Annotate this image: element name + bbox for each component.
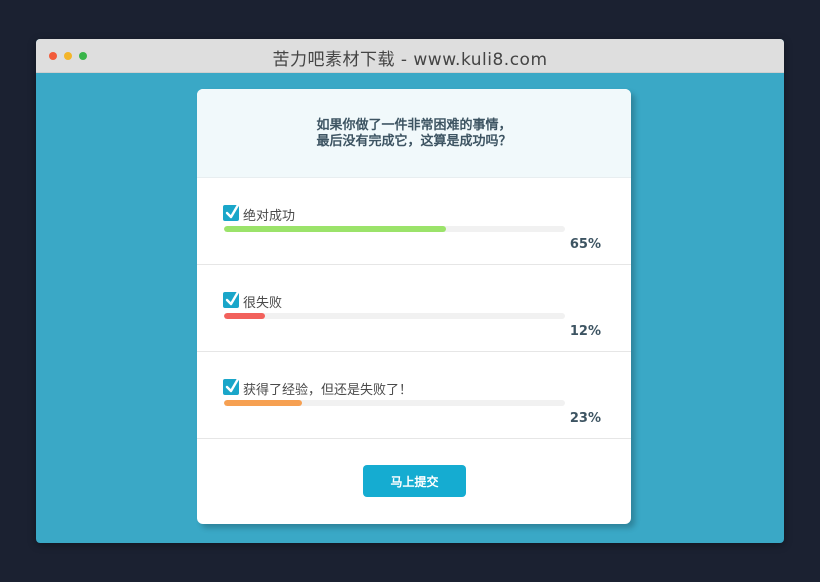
progress-track	[224, 400, 565, 406]
poll-option[interactable]: 很失败 12%	[197, 265, 631, 352]
option-percent: 23%	[569, 411, 601, 426]
poll-option[interactable]: 绝对成功 65%	[197, 178, 631, 265]
option-percent: 65%	[569, 237, 601, 252]
progress-fill	[224, 313, 265, 319]
poll-header: 如果你做了一件非常困难的事情， 最后没有完成它，这算是成功吗？	[197, 89, 631, 178]
option-percent: 12%	[569, 324, 601, 339]
browser-window: 苦力吧素材下载 - www.kuli8.com 如果你做了一件非常困难的事情， …	[36, 39, 784, 543]
option-label: 获得了经验，但还是失败了！	[243, 383, 413, 398]
progress-track	[224, 313, 565, 319]
question-line-2: 最后没有完成它，这算是成功吗？	[316, 134, 512, 149]
progress-fill	[224, 226, 446, 232]
checkbox-checked-icon[interactable]	[223, 377, 240, 395]
progress-fill	[224, 400, 303, 406]
checkbox-checked-icon[interactable]	[223, 290, 240, 308]
poll-option[interactable]: 获得了经验，但还是失败了！ 23%	[197, 352, 631, 439]
option-label: 很失败	[243, 296, 283, 311]
question-line-1: 如果你做了一件非常困难的事情，	[316, 118, 512, 133]
checkbox-checked-icon[interactable]	[223, 203, 240, 221]
progress-track	[224, 226, 565, 232]
poll-card: 如果你做了一件非常困难的事情， 最后没有完成它，这算是成功吗？ 绝对成功 65%…	[197, 89, 631, 524]
poll-question: 如果你做了一件非常困难的事情， 最后没有完成它，这算是成功吗？	[197, 118, 631, 150]
window-titlebar: 苦力吧素材下载 - www.kuli8.com	[36, 39, 784, 73]
submit-button[interactable]: 马上提交	[363, 465, 466, 497]
window-title: 苦力吧素材下载 - www.kuli8.com	[272, 50, 548, 70]
option-label: 绝对成功	[243, 209, 296, 224]
